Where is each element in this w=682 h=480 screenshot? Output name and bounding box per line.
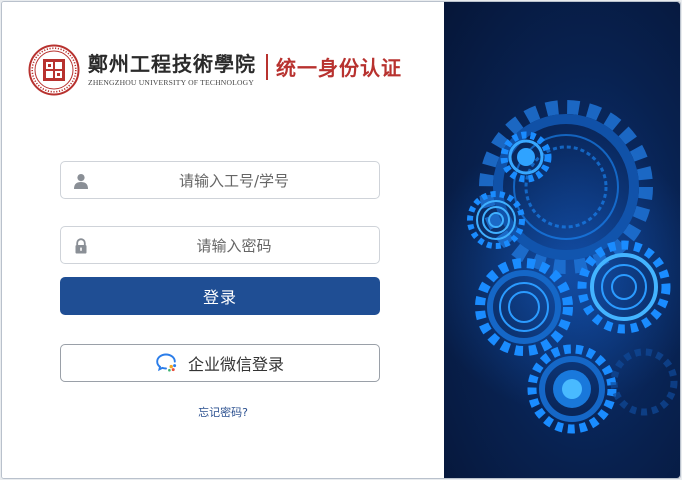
username-field[interactable] (60, 161, 380, 200)
school-name-en: ZHENGZHOU UNIVERSITY OF TECHNOLOGY (88, 78, 255, 87)
wechat-login-label: 企业微信登录 (187, 355, 284, 374)
wechat-work-icon (156, 353, 177, 372)
gears-illustration (444, 100, 680, 434)
decorative-panel (444, 2, 680, 478)
title-divider (266, 54, 268, 80)
login-window: 鄭州工程技術學院 ZHENGZHOU UNIVERSITY OF TECHNOL… (1, 1, 681, 479)
university-seal-icon (28, 44, 80, 96)
lock-icon (75, 238, 87, 254)
wechat-login-button[interactable]: 企业微信登录 (60, 344, 380, 382)
portal-title: 统一身份认证 (276, 56, 402, 80)
password-field[interactable] (60, 226, 380, 265)
user-icon (74, 174, 88, 189)
login-button[interactable]: 登录 (60, 277, 380, 315)
password-input[interactable] (97, 227, 371, 265)
gear-bottom (527, 344, 617, 434)
login-panel: 鄭州工程技術學院 ZHENGZHOU UNIVERSITY OF TECHNOL… (2, 2, 444, 478)
forgot-password-link[interactable]: 忘记密码? (2, 404, 444, 420)
username-input[interactable] (97, 162, 371, 200)
school-name-cn: 鄭州工程技術學院 (88, 52, 256, 76)
